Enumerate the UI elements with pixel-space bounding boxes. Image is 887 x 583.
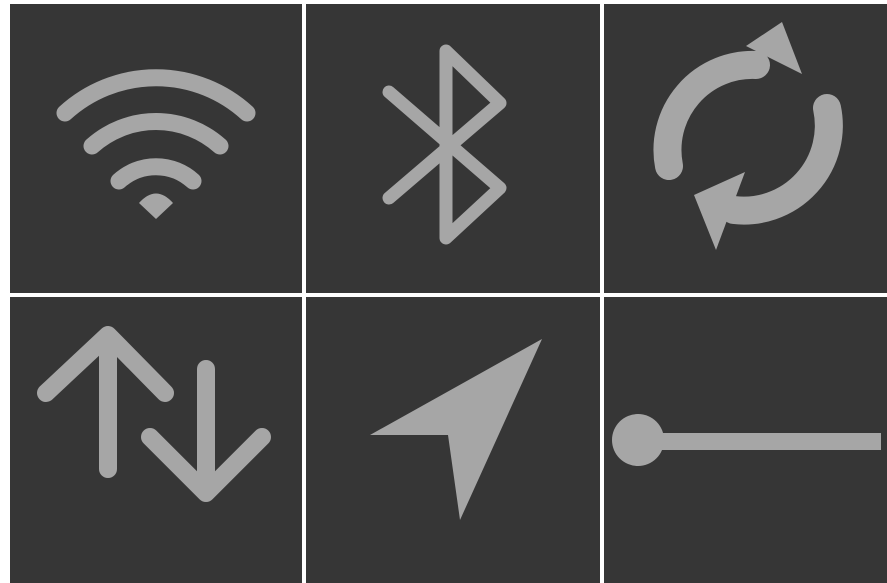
bluetooth-icon — [382, 44, 507, 245]
slider-icon[interactable] — [604, 297, 887, 583]
quick-setting-tile-sync[interactable] — [604, 4, 887, 293]
quick-setting-tile-mobile-data[interactable] — [10, 297, 302, 583]
quick-setting-tile-bluetooth[interactable] — [306, 4, 600, 293]
data-transfer-icon — [37, 326, 271, 502]
quick-setting-tile-wifi[interactable] — [10, 4, 302, 293]
wifi-icon — [56, 69, 256, 219]
location-arrow-icon — [370, 339, 542, 520]
quick-setting-tile-location[interactable] — [306, 297, 600, 583]
quick-setting-tile-slider[interactable] — [604, 297, 887, 583]
sync-icon — [653, 22, 843, 250]
